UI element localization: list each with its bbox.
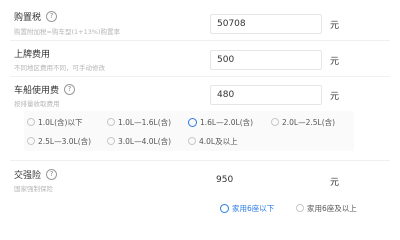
insurance-value: 950 [210, 171, 322, 191]
vehicle-tax-input[interactable]: 480 [210, 85, 322, 105]
insurance-label: 交强险 [14, 171, 42, 181]
displacement-option[interactable]: 1.0L(含)以下 [27, 117, 82, 129]
insurance-unit: 元 [330, 178, 340, 188]
radio-icon [107, 118, 115, 126]
insurance-option[interactable]: 家用6座以下 [220, 203, 274, 215]
divider [10, 40, 390, 41]
help-icon[interactable]: ? [46, 169, 58, 180]
vehicle-tax-unit: 元 [330, 92, 340, 102]
purchase-tax-label: 购置税 [14, 13, 42, 23]
divider [10, 76, 390, 77]
displacement-option[interactable]: 3.0L—4.0L(含) [107, 136, 171, 148]
purchase-tax-input[interactable]: 50708 [210, 14, 322, 34]
insurance-subtitle: 国家强制保险 [14, 185, 53, 193]
radio-icon [271, 118, 279, 126]
radio-icon [188, 137, 196, 145]
purchase-tax-subtitle: 购置附加税=购车型(1+13%)购置率 [14, 28, 121, 36]
vehicle-tax-subtitle: 按排量收取费用 [14, 100, 60, 108]
insurance-option[interactable]: 家用6座及以上 [296, 203, 357, 215]
displacement-option[interactable]: 1.6L—2.0L(含) [188, 117, 253, 129]
displacement-option[interactable]: 4.0L及以上 [188, 136, 238, 148]
divider [10, 160, 390, 161]
help-icon[interactable]: ? [46, 11, 58, 22]
displacement-option[interactable]: 1.0L—1.6L(含) [107, 117, 171, 129]
radio-selected-icon [188, 117, 197, 127]
displacement-option[interactable]: 2.0L—2.5L(含) [271, 117, 335, 129]
registration-title: 上牌费用 [14, 50, 51, 60]
radio-icon [27, 118, 35, 126]
displacement-option[interactable]: 2.5L—3.0L(含) [27, 136, 91, 148]
purchase-tax-unit: 元 [330, 21, 340, 31]
purchase-tax-title: 购置税? [14, 10, 58, 23]
vehicle-tax-label: 车船使用费 [14, 86, 60, 96]
radio-icon [296, 204, 304, 212]
registration-subtitle: 不同地区费用不同，可手动修改 [14, 64, 105, 72]
radio-icon [27, 137, 35, 145]
help-icon[interactable]: ? [64, 84, 76, 95]
vehicle-tax-title: 车船使用费? [14, 83, 76, 96]
registration-unit: 元 [330, 57, 340, 67]
insurance-title: 交强险? [14, 168, 58, 181]
registration-input[interactable]: 500 [210, 50, 322, 70]
radio-icon [107, 137, 115, 145]
radio-selected-icon [220, 203, 229, 213]
